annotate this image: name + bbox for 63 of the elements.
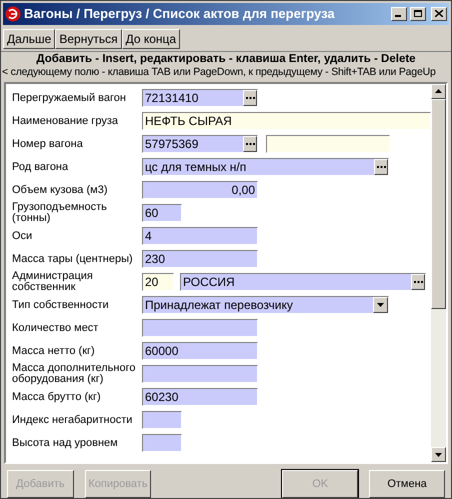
- input-field[interactable]: 20: [142, 273, 174, 292]
- field-label: Масса брутто (кг): [12, 392, 102, 403]
- maximize-button[interactable]: [410, 6, 426, 21]
- caret-icon: [377, 303, 384, 308]
- field-label: Масса тары (центнеры): [12, 254, 134, 265]
- close-icon: [435, 10, 443, 18]
- ellipsis-button[interactable]: [374, 159, 388, 176]
- field-label: Высота над уровнем: [12, 438, 119, 449]
- help-text: < следующему полю - клавиша TAB или PageDown, к предыдущему - Shift+TAB или PageUp: [1, 66, 437, 79]
- ellipsis-icon: [376, 166, 386, 168]
- input-field[interactable]: [266, 135, 390, 154]
- input-field[interactable]: 4: [142, 227, 258, 246]
- ellipsis-button[interactable]: [243, 90, 257, 106]
- window-title: Вагоны / Перегруз / Список актов для перегруза: [24, 5, 336, 24]
- ellipsis-button[interactable]: [243, 136, 257, 152]
- field-label: Масса нетто (кг): [12, 346, 96, 357]
- field-label: Род вагона: [12, 162, 70, 173]
- field-label: Масса дополнительного оборудования (кг): [12, 363, 136, 386]
- field-label: Перегружаемый вагон: [12, 92, 127, 104]
- input-field[interactable]: [142, 434, 182, 452]
- toolbar-button[interactable]: Вернуться: [55, 28, 122, 49]
- up-arrow-icon: [435, 89, 442, 94]
- down-arrow-icon: [435, 452, 442, 456]
- app-logo-icon: [5, 6, 21, 22]
- scroll-thumb[interactable]: [431, 98, 446, 309]
- input-field[interactable]: 60000: [142, 342, 258, 360]
- lookup-field[interactable]: РОССИЯ: [180, 273, 426, 292]
- field-label: Объем кузова (м3): [12, 184, 108, 196]
- help-text: Добавить - Insert, редактировать - клавиша Enter, удалить - Delete: [35, 52, 417, 66]
- ellipsis-button[interactable]: [411, 274, 425, 290]
- lookup-field[interactable]: 57975369: [142, 135, 258, 154]
- dialog-button[interactable]: Отмена: [369, 470, 445, 498]
- scrollbar[interactable]: [431, 84, 446, 462]
- toolbar-button[interactable]: До конца: [122, 28, 180, 49]
- field-label: Оси: [12, 230, 34, 242]
- input-field[interactable]: НЕФТЬ СЫРАЯ: [142, 112, 431, 130]
- input-field[interactable]: [142, 411, 182, 430]
- input-field[interactable]: 60: [142, 204, 182, 222]
- scroll-down-button[interactable]: [431, 447, 446, 462]
- field-label: Номер вагона: [12, 138, 84, 150]
- lookup-field[interactable]: цс для темных н/п: [142, 158, 389, 176]
- field-label: Индекс негабаритности: [12, 414, 134, 426]
- toolbar-button[interactable]: Дальше: [3, 28, 56, 49]
- field-label: Наименование груза: [12, 116, 119, 127]
- field-label: Грузоподъемность (тонны): [12, 202, 108, 224]
- dropdown-field[interactable]: Принадлежат перевозчику: [142, 296, 389, 314]
- scroll-up-button[interactable]: [431, 84, 446, 99]
- input-field[interactable]: [142, 365, 258, 384]
- lookup-field[interactable]: 72131410: [142, 89, 258, 108]
- maximize-icon: [414, 10, 422, 18]
- minimize-button[interactable]: [391, 6, 407, 21]
- close-button[interactable]: [431, 6, 447, 21]
- field-label: Тип собственности: [12, 300, 110, 311]
- dropdown-button[interactable]: [373, 297, 388, 314]
- field-label: Количество мест: [12, 322, 100, 334]
- input-field[interactable]: 60230: [142, 388, 258, 406]
- input-field[interactable]: [142, 319, 258, 338]
- ellipsis-icon: [414, 281, 422, 284]
- ellipsis-icon: [246, 97, 254, 100]
- field-label: Администрация собственник: [12, 271, 94, 294]
- input-field[interactable]: 230: [142, 250, 258, 268]
- ellipsis-icon: [246, 143, 254, 146]
- input-field[interactable]: 0,00: [142, 181, 258, 200]
